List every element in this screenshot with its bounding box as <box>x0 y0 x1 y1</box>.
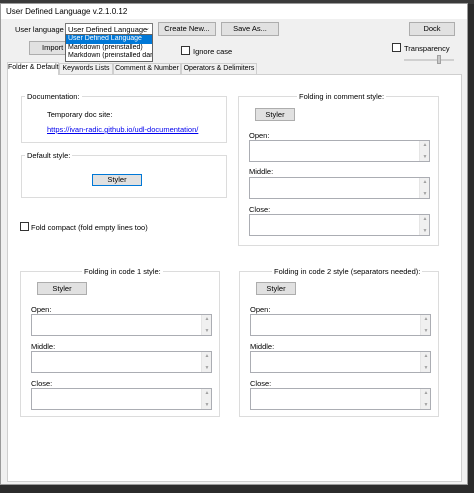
folding-code1-middle-input[interactable]: ▲ ▼ <box>31 351 212 373</box>
scrollbar[interactable]: ▲ ▼ <box>420 352 430 372</box>
folding-code1-title: Folding in code 1 style: <box>82 267 163 276</box>
fold-compact-label: Fold compact (fold empty lines too) <box>31 223 148 232</box>
save-as-button[interactable]: Save As... <box>221 22 279 36</box>
ignore-case-checkbox[interactable] <box>181 46 190 55</box>
scroll-down-icon[interactable]: ▼ <box>422 365 430 371</box>
scrollbar[interactable]: ▲ ▼ <box>419 215 429 235</box>
scrollbar[interactable]: ▲ ▼ <box>201 315 211 335</box>
dropdown-option[interactable]: Markdown (preinstalled) <box>66 44 152 53</box>
folding-comment-close-input[interactable]: ▲ ▼ <box>249 214 430 236</box>
scroll-up-icon[interactable]: ▲ <box>421 179 429 185</box>
scroll-down-icon[interactable]: ▼ <box>421 228 429 234</box>
folding-code1-styler-button[interactable]: Styler <box>37 282 87 295</box>
tab-folder-default[interactable]: Folder & Default <box>7 62 59 75</box>
folding-code1-close-input[interactable]: ▲ ▼ <box>31 388 212 410</box>
user-language-label: User language : <box>15 25 68 34</box>
transparency-slider-thumb[interactable] <box>437 55 441 64</box>
folding-comment-middle-input[interactable]: ▲ ▼ <box>249 177 430 199</box>
folding-code2-title: Folding in code 2 style (separators need… <box>272 267 423 276</box>
selected-language: User Defined Language <box>68 25 148 34</box>
folding-code2-close-input[interactable]: ▲ ▼ <box>250 388 431 410</box>
scrollbar[interactable]: ▲ ▼ <box>420 315 430 335</box>
scroll-up-icon[interactable]: ▲ <box>422 353 430 359</box>
folding-code1-close-label: Close: <box>31 379 53 388</box>
dropdown-option[interactable]: User Defined Language <box>66 35 152 44</box>
temp-doc-site-label: Temporary doc site: <box>47 110 113 119</box>
scroll-up-icon[interactable]: ▲ <box>203 316 211 322</box>
scroll-up-icon[interactable]: ▲ <box>203 390 211 396</box>
folding-code1-middle-label: Middle: <box>31 342 56 351</box>
background-bottom <box>0 485 474 493</box>
folding-code2-group: Folding in code 2 style (separators need… <box>239 267 439 417</box>
fold-compact-checkbox[interactable] <box>20 222 29 231</box>
scroll-down-icon[interactable]: ▼ <box>203 365 211 371</box>
default-style-group: Default style: Styler <box>21 151 227 198</box>
tab-keywords-lists[interactable]: Keywords Lists <box>59 63 113 74</box>
folding-comment-close-label: Close: <box>249 205 271 214</box>
folding-code2-middle-label: Middle: <box>250 342 275 351</box>
transparency-checkbox[interactable] <box>392 43 401 52</box>
import-button[interactable]: Import <box>29 41 67 55</box>
folding-code2-middle-input[interactable]: ▲ ▼ <box>250 351 431 373</box>
folding-comment-middle-label: Middle: <box>249 167 274 176</box>
scroll-up-icon[interactable]: ▲ <box>422 316 430 322</box>
default-style-title: Default style: <box>25 151 73 160</box>
scroll-up-icon[interactable]: ▲ <box>421 142 429 148</box>
folding-code1-open-label: Open: <box>31 305 52 314</box>
chevron-down-icon[interactable]: ⌄ <box>144 24 150 32</box>
language-dropdown-list[interactable]: User Defined Language Markdown (preinsta… <box>65 34 153 62</box>
transparency-label: Transparency <box>404 44 450 53</box>
documentation-title: Documentation: <box>25 92 82 101</box>
scrollbar[interactable]: ▲ ▼ <box>201 389 211 409</box>
scroll-down-icon[interactable]: ▼ <box>203 328 211 334</box>
folding-code1-open-input[interactable]: ▲ ▼ <box>31 314 212 336</box>
folding-comment-open-input[interactable]: ▲ ▼ <box>249 140 430 162</box>
documentation-group: Documentation: Temporary doc site: https… <box>21 92 227 143</box>
create-new-button[interactable]: Create New... <box>158 22 216 36</box>
scroll-up-icon[interactable]: ▲ <box>422 390 430 396</box>
scroll-down-icon[interactable]: ▼ <box>421 154 429 160</box>
folding-comment-styler-button[interactable]: Styler <box>255 108 295 121</box>
folding-code2-styler-button[interactable]: Styler <box>256 282 296 295</box>
folding-code2-open-input[interactable]: ▲ ▼ <box>250 314 431 336</box>
dock-button[interactable]: Dock <box>409 22 455 36</box>
folding-code1-group: Folding in code 1 style: Styler Open: ▲ ▼… <box>20 267 220 417</box>
folding-comment-title: Folding in comment style: <box>297 92 387 101</box>
transparency-slider[interactable] <box>404 59 454 61</box>
window-title: User Defined Language v.2.1.0.12 <box>6 7 128 16</box>
folding-comment-open-label: Open: <box>249 131 270 140</box>
scrollbar[interactable]: ▲ ▼ <box>419 141 429 161</box>
default-styler-button[interactable]: Styler <box>92 174 142 186</box>
udl-window: User Defined Language v.2.1.0.12 User la… <box>0 3 468 485</box>
documentation-link[interactable]: https://ivan-radic.github.io/udl-documen… <box>47 125 198 134</box>
folding-code2-open-label: Open: <box>250 305 271 314</box>
tab-operators-delimiters[interactable]: Operators & Delimiters <box>181 63 257 74</box>
scroll-down-icon[interactable]: ▼ <box>422 402 430 408</box>
dropdown-option[interactable]: Markdown (preinstalled dark <box>66 52 152 61</box>
scrollbar[interactable]: ▲ ▼ <box>420 389 430 409</box>
tab-comment-number[interactable]: Comment & Number <box>113 63 181 74</box>
scroll-up-icon[interactable]: ▲ <box>203 353 211 359</box>
scrollbar[interactable]: ▲ ▼ <box>419 178 429 198</box>
scrollbar[interactable]: ▲ ▼ <box>201 352 211 372</box>
scroll-up-icon[interactable]: ▲ <box>421 216 429 222</box>
folding-code2-close-label: Close: <box>250 379 272 388</box>
scroll-down-icon[interactable]: ▼ <box>422 328 430 334</box>
ignore-case-label: Ignore case <box>193 47 233 56</box>
scroll-down-icon[interactable]: ▼ <box>421 191 429 197</box>
scroll-down-icon[interactable]: ▼ <box>203 402 211 408</box>
folding-comment-group: Folding in comment style: Styler Open: ▲… <box>238 92 439 246</box>
title-bar[interactable]: User Defined Language v.2.1.0.12 <box>1 4 467 19</box>
tab-panel: Documentation: Temporary doc site: https… <box>7 74 462 482</box>
